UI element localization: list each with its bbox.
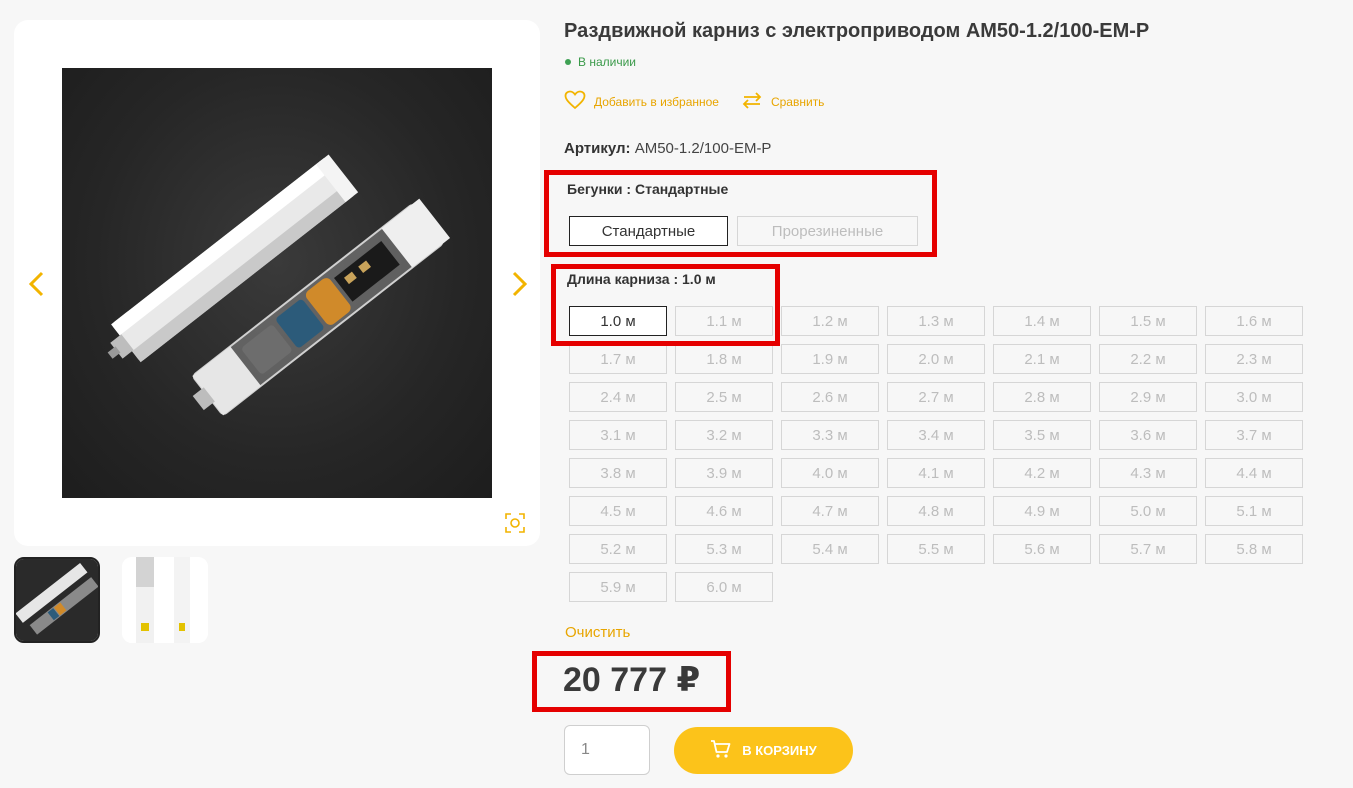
thumbnail-1[interactable] bbox=[14, 557, 100, 643]
add-to-favorites-button[interactable]: Добавить в избранное bbox=[564, 90, 719, 113]
length-option[interactable]: 2.7 м bbox=[887, 382, 985, 412]
length-option[interactable]: 4.4 м bbox=[1205, 458, 1303, 488]
length-option[interactable]: 2.4 м bbox=[569, 382, 667, 412]
length-option[interactable]: 1.3 м bbox=[887, 306, 985, 336]
length-option[interactable]: 1.7 м bbox=[569, 344, 667, 374]
main-product-image[interactable] bbox=[62, 68, 492, 498]
stock-label: В наличии bbox=[578, 55, 637, 69]
length-option[interactable]: 3.3 м bbox=[781, 420, 879, 450]
article-label: Артикул: bbox=[564, 140, 631, 157]
length-option[interactable]: 3.0 м bbox=[1205, 382, 1303, 412]
thumbnail-2[interactable] bbox=[122, 557, 208, 643]
product-title: Раздвижной карниз с электроприводом AM50… bbox=[564, 20, 1150, 42]
length-option[interactable]: 5.2 м bbox=[569, 534, 667, 564]
article-value: AM50-1.2/100-EM-P bbox=[634, 140, 772, 157]
length-option[interactable]: 1.5 м bbox=[1099, 306, 1197, 336]
length-option[interactable]: 5.9 м bbox=[569, 572, 667, 602]
length-option[interactable]: 1.9 м bbox=[781, 344, 879, 374]
length-option[interactable]: 3.2 м bbox=[675, 420, 773, 450]
length-option[interactable]: 1.1 м bbox=[675, 306, 773, 336]
add-to-cart-button[interactable]: В КОРЗИНУ bbox=[674, 727, 853, 774]
length-option[interactable]: 1.8 м bbox=[675, 344, 773, 374]
compare-arrows-icon bbox=[741, 91, 763, 112]
length-option[interactable]: 3.9 м bbox=[675, 458, 773, 488]
cart-icon bbox=[710, 739, 732, 762]
article-row: Артикул: AM50-1.2/100-EM-P bbox=[564, 140, 771, 157]
zoom-icon[interactable] bbox=[504, 512, 526, 534]
length-option[interactable]: 4.8 м bbox=[887, 496, 985, 526]
length-option[interactable]: 5.6 м bbox=[993, 534, 1091, 564]
length-option[interactable]: 2.1 м bbox=[993, 344, 1091, 374]
length-option[interactable]: 5.1 м bbox=[1205, 496, 1303, 526]
length-option[interactable]: 1.2 м bbox=[781, 306, 879, 336]
length-option[interactable]: 3.6 м bbox=[1099, 420, 1197, 450]
length-option[interactable]: 3.5 м bbox=[993, 420, 1091, 450]
stock-status: В наличии bbox=[565, 55, 636, 69]
length-option[interactable]: 5.5 м bbox=[887, 534, 985, 564]
length-option[interactable]: 2.0 м bbox=[887, 344, 985, 374]
length-option[interactable]: 2.8 м bbox=[993, 382, 1091, 412]
clear-selection-link[interactable]: Очистить bbox=[565, 624, 630, 641]
add-to-cart-label: В КОРЗИНУ bbox=[742, 743, 817, 758]
length-option[interactable]: 3.4 м bbox=[887, 420, 985, 450]
stock-dot-icon bbox=[565, 59, 571, 65]
length-option[interactable]: 2.9 м bbox=[1099, 382, 1197, 412]
compare-button[interactable]: Сравнить bbox=[741, 91, 824, 112]
length-option[interactable]: 4.6 м bbox=[675, 496, 773, 526]
length-option[interactable]: 6.0 м bbox=[675, 572, 773, 602]
length-label: Длина карниза : 1.0 м bbox=[567, 271, 716, 287]
length-option[interactable]: 2.3 м bbox=[1205, 344, 1303, 374]
runners-label: Бегунки : Стандартные bbox=[567, 181, 729, 197]
chevron-right-icon[interactable] bbox=[504, 270, 532, 298]
length-option[interactable]: 4.9 м bbox=[993, 496, 1091, 526]
product-gallery bbox=[14, 20, 540, 546]
chevron-left-icon[interactable] bbox=[24, 270, 52, 298]
length-option[interactable]: 2.5 м bbox=[675, 382, 773, 412]
length-option[interactable]: 5.4 м bbox=[781, 534, 879, 564]
quantity-input[interactable] bbox=[564, 725, 650, 775]
length-option[interactable]: 1.4 м bbox=[993, 306, 1091, 336]
length-option[interactable]: 4.2 м bbox=[993, 458, 1091, 488]
length-option[interactable]: 5.7 м bbox=[1099, 534, 1197, 564]
runner-option-rubberized[interactable]: Прорезиненные bbox=[737, 216, 918, 246]
length-option[interactable]: 5.0 м bbox=[1099, 496, 1197, 526]
length-option[interactable]: 1.0 м bbox=[569, 306, 667, 336]
favorites-label: Добавить в избранное bbox=[594, 94, 719, 109]
length-option[interactable]: 2.6 м bbox=[781, 382, 879, 412]
thumbnail-strip bbox=[14, 557, 208, 643]
product-price: 20 777 ₽ bbox=[563, 661, 701, 699]
length-option[interactable]: 3.7 м bbox=[1205, 420, 1303, 450]
length-option[interactable]: 4.3 м bbox=[1099, 458, 1197, 488]
heart-icon bbox=[564, 90, 586, 113]
product-actions: Добавить в избранное Сравнить bbox=[564, 90, 824, 113]
length-option[interactable]: 2.2 м bbox=[1099, 344, 1197, 374]
length-option[interactable]: 4.1 м bbox=[887, 458, 985, 488]
compare-label: Сравнить bbox=[770, 94, 825, 109]
length-option[interactable]: 1.6 м bbox=[1205, 306, 1303, 336]
length-option[interactable]: 4.5 м bbox=[569, 496, 667, 526]
length-option[interactable]: 4.0 м bbox=[781, 458, 879, 488]
length-option[interactable]: 5.3 м bbox=[675, 534, 773, 564]
runner-option-standard[interactable]: Стандартные bbox=[569, 216, 728, 246]
length-option[interactable]: 4.7 м bbox=[781, 496, 879, 526]
length-option[interactable]: 5.8 м bbox=[1205, 534, 1303, 564]
length-option[interactable]: 3.1 м bbox=[569, 420, 667, 450]
length-option[interactable]: 3.8 м bbox=[569, 458, 667, 488]
